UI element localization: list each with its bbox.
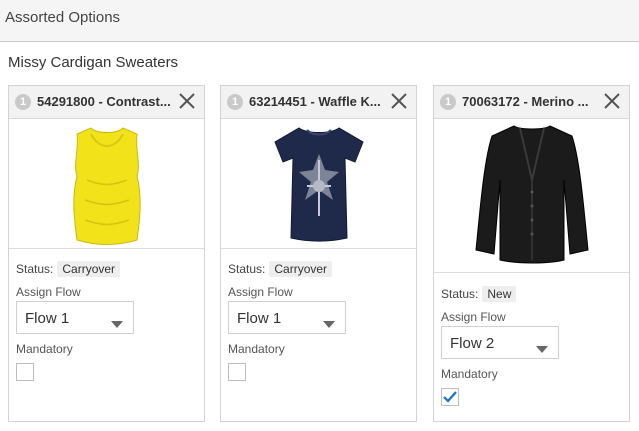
card-title[interactable]: 63214451 - Waffle K...: [249, 94, 384, 109]
mandatory-label: Mandatory: [441, 367, 498, 381]
card-divider: [434, 272, 629, 273]
status-label: Status:: [228, 262, 266, 276]
product-image-navy-tshirt: [221, 120, 416, 248]
assign-flow-select[interactable]: Flow 2: [441, 326, 559, 359]
status-label: Status:: [441, 287, 479, 301]
mandatory-checkbox[interactable]: [16, 363, 34, 381]
assign-flow-label: Assign Flow: [228, 285, 293, 299]
status-row: Status: Carryover: [228, 261, 333, 277]
chevron-down-icon: [111, 315, 123, 333]
card-number-badge: 1: [15, 94, 31, 110]
assign-flow-label: Assign Flow: [441, 310, 506, 324]
close-icon[interactable]: [178, 92, 196, 110]
status-row: Status: Carryover: [16, 261, 121, 277]
page-title: Assorted Options: [5, 9, 121, 26]
status-badge: Carryover: [57, 261, 121, 277]
chevron-down-icon: [323, 315, 335, 333]
mandatory-checkbox[interactable]: [228, 363, 246, 381]
option-card: 1 54291800 - Contrast... Status: Carryov…: [8, 85, 205, 422]
assign-flow-select[interactable]: Flow 1: [16, 301, 134, 334]
close-icon[interactable]: [603, 92, 621, 110]
group-title: Missy Cardigan Sweaters: [8, 54, 179, 71]
card-title[interactable]: 70063172 - Merino ...: [462, 94, 597, 109]
mandatory-label: Mandatory: [16, 342, 73, 356]
card-header: 1 63214451 - Waffle K...: [221, 86, 416, 119]
assign-flow-label: Assign Flow: [16, 285, 81, 299]
status-label: Status:: [16, 262, 54, 276]
card-number-badge: 1: [440, 94, 456, 110]
assign-flow-value: Flow 1: [25, 310, 70, 327]
mandatory-checkbox[interactable]: [441, 388, 459, 406]
card-header: 1 70063172 - Merino ...: [434, 86, 629, 119]
assign-flow-value: Flow 2: [450, 335, 495, 352]
chevron-down-icon: [536, 340, 548, 358]
status-badge: Carryover: [269, 261, 333, 277]
assign-flow-select[interactable]: Flow 1: [228, 301, 346, 334]
status-row: Status: New: [441, 286, 517, 302]
product-image-yellow-top: [9, 120, 204, 248]
card-header: 1 54291800 - Contrast...: [9, 86, 204, 119]
card-number-badge: 1: [227, 94, 243, 110]
product-image-black-cardigan: [434, 120, 629, 264]
option-card: 1 63214451 - Waffle K... Status: Carryov…: [220, 85, 417, 422]
assign-flow-value: Flow 1: [237, 310, 282, 327]
mandatory-label: Mandatory: [228, 342, 285, 356]
page-header: Assorted Options: [0, 0, 639, 42]
card-divider: [9, 248, 204, 249]
option-card: 1 70063172 - Merino ... Status: New Assi…: [433, 85, 630, 422]
status-badge: New: [482, 286, 517, 302]
close-icon[interactable]: [390, 92, 408, 110]
checkmark-icon: [443, 391, 457, 403]
card-title[interactable]: 54291800 - Contrast...: [37, 94, 172, 109]
card-divider: [221, 248, 416, 249]
